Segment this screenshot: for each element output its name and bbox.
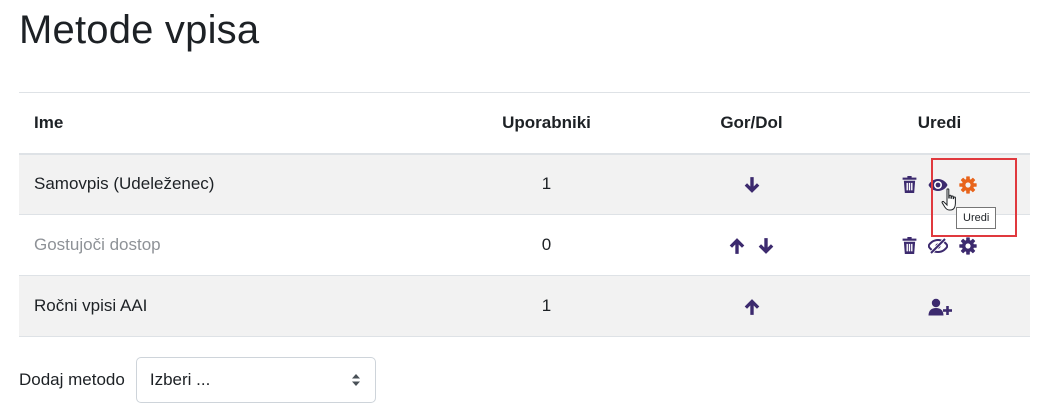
table-header-row: Ime Uporabniki Gor/Dol Uredi bbox=[19, 92, 1030, 155]
user-plus-icon bbox=[928, 298, 952, 316]
move-down-button[interactable] bbox=[757, 237, 775, 255]
arrow-down-icon bbox=[744, 176, 759, 193]
eye-slash-icon bbox=[928, 237, 948, 254]
enrolment-methods-table: Ime Uporabniki Gor/Dol Uredi Samovpis (U… bbox=[19, 92, 1030, 337]
table-row: Samovpis (Udeleženec) 1 bbox=[19, 153, 1030, 215]
table-row: Gostujoči dostop 0 bbox=[19, 215, 1030, 276]
edit-cell bbox=[849, 215, 1030, 276]
add-method-row: Dodaj metodo Izberi ... bbox=[19, 357, 376, 403]
delete-button[interactable] bbox=[902, 237, 917, 255]
move-up-button[interactable] bbox=[728, 237, 746, 255]
header-users: Uporabniki bbox=[439, 92, 654, 155]
settings-button[interactable] bbox=[959, 176, 977, 194]
arrow-down-icon bbox=[758, 237, 774, 254]
move-up-button[interactable] bbox=[743, 298, 761, 316]
order-cell bbox=[654, 215, 849, 276]
header-edit: Uredi bbox=[849, 92, 1030, 155]
order-cell bbox=[654, 276, 849, 337]
add-method-label: Dodaj metodo bbox=[19, 370, 125, 389]
arrow-up-icon bbox=[729, 237, 745, 254]
header-name: Ime bbox=[19, 92, 439, 155]
method-users-count: 0 bbox=[541, 235, 552, 254]
enrol-users-button[interactable] bbox=[928, 298, 952, 316]
gear-icon bbox=[959, 176, 977, 194]
method-users-count: 1 bbox=[541, 296, 552, 315]
select-caret-icon bbox=[351, 374, 360, 386]
add-method-select-value: Izberi ... bbox=[149, 370, 211, 389]
hand-pointer-icon bbox=[941, 188, 956, 211]
arrow-up-icon bbox=[744, 298, 759, 315]
add-method-select[interactable]: Izberi ... bbox=[135, 357, 376, 403]
method-users-count: 1 bbox=[541, 174, 552, 194]
trash-icon bbox=[902, 176, 917, 194]
gear-icon bbox=[959, 236, 977, 255]
delete-button[interactable] bbox=[902, 176, 917, 194]
page-title: Metode vpisa bbox=[19, 8, 260, 52]
settings-tooltip: Uredi bbox=[956, 207, 997, 229]
table-row: Ročni vpisi AAI 1 bbox=[19, 275, 1030, 337]
show-button[interactable] bbox=[928, 237, 948, 254]
method-name: Gostujoči dostop bbox=[34, 235, 161, 254]
edit-cell bbox=[849, 154, 1030, 215]
method-name: Ročni vpisi AAI bbox=[34, 296, 148, 315]
edit-cell bbox=[849, 276, 1030, 337]
move-down-button[interactable] bbox=[743, 176, 761, 194]
method-name: Samovpis (Udeleženec) bbox=[34, 174, 215, 194]
settings-button[interactable] bbox=[959, 236, 977, 255]
hand-cursor bbox=[941, 188, 961, 217]
order-cell bbox=[654, 154, 849, 215]
trash-icon bbox=[902, 237, 917, 255]
header-order: Gor/Dol bbox=[654, 92, 849, 155]
